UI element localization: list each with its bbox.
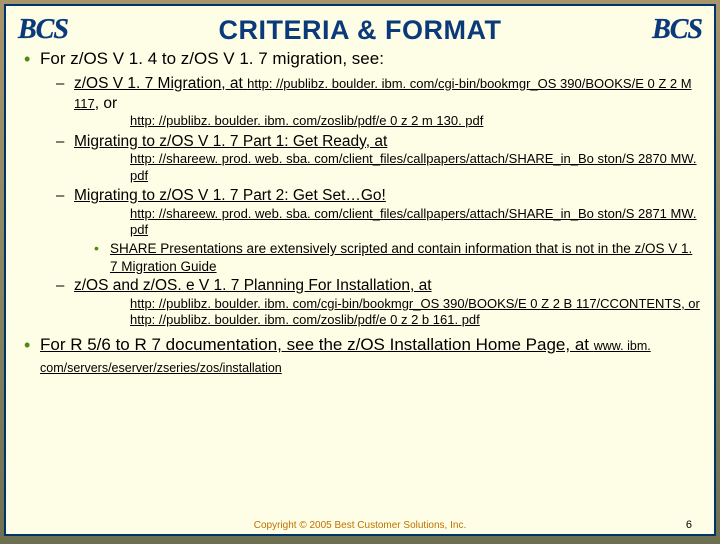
or-text: , or <box>95 95 117 112</box>
logo-left: BCS <box>18 14 68 46</box>
link-publibz-pdf[interactable]: http: //publibz. boulder. ibm. com/zosli… <box>74 113 702 129</box>
bullet-zos-migration: z/OS V 1. 7 Migration, at http: //publib… <box>18 74 702 130</box>
or-text: , or <box>681 296 700 311</box>
bullet-part2: Migrating to z/OS V 1. 7 Part 2: Get Set… <box>18 186 702 238</box>
lead-text: For R 5/6 to R 7 documentation, see the … <box>40 335 594 354</box>
lead-text: Migrating to z/OS V 1. 7 Part 2: Get Set… <box>74 187 386 204</box>
slide: BCS CRITERIA & FORMAT BCS For z/OS V 1. … <box>4 4 716 536</box>
lead-text: z/OS V 1. 7 Migration, at <box>74 75 247 92</box>
bullet-share-note: SHARE Presentations are extensively scri… <box>18 240 702 275</box>
bullet-part1: Migrating to z/OS V 1. 7 Part 1: Get Rea… <box>18 132 702 184</box>
slide-title: CRITERIA & FORMAT <box>68 15 652 46</box>
lead-text: Migrating to z/OS V 1. 7 Part 1: Get Rea… <box>74 133 387 150</box>
link-share-part1[interactable]: http: //shareew. prod. web. sba. com/cli… <box>74 151 702 184</box>
footer-copyright: Copyright © 2005 Best Customer Solutions… <box>6 520 714 531</box>
link-share-part2[interactable]: http: //shareew. prod. web. sba. com/cli… <box>74 206 702 239</box>
link-publibz-b161[interactable]: http: //publibz. boulder. ibm. com/zosli… <box>74 312 702 328</box>
bullet-r5r6-doc: For R 5/6 to R 7 documentation, see the … <box>18 334 702 378</box>
link-planning-a: http: //publibz. boulder. ibm. com/cgi-b… <box>74 296 702 312</box>
page-number: 6 <box>686 519 692 531</box>
content: For z/OS V 1. 4 to z/OS V 1. 7 migration… <box>18 48 702 378</box>
header: BCS CRITERIA & FORMAT BCS <box>18 14 702 46</box>
lead-text: z/OS and z/OS. e V 1. 7 Planning For Ins… <box>74 277 432 294</box>
bullet-migration-see: For z/OS V 1. 4 to z/OS V 1. 7 migration… <box>18 48 702 70</box>
bullet-planning-install: z/OS and z/OS. e V 1. 7 Planning For Ins… <box>18 276 702 328</box>
link-publibz-ccontents[interactable]: http: //publibz. boulder. ibm. com/cgi-b… <box>130 296 681 311</box>
note-text: SHARE Presentations are extensively scri… <box>110 241 692 273</box>
logo-right: BCS <box>652 14 702 46</box>
